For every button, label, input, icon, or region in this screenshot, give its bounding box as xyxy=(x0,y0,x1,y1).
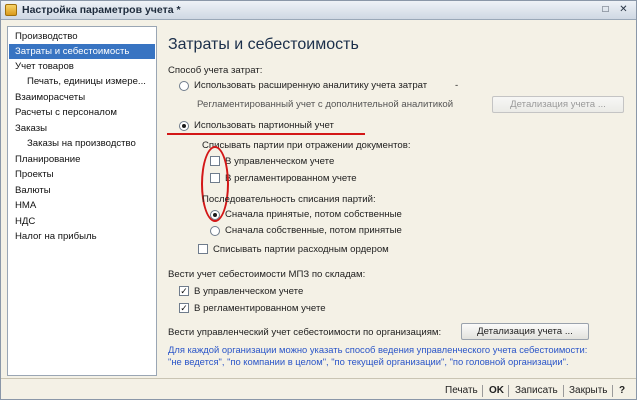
footer-separator xyxy=(612,385,613,397)
radio-extended-analytics[interactable] xyxy=(179,81,189,91)
checkbox-warehouse-regulated[interactable]: ✓ xyxy=(179,303,189,313)
expense-order-label[interactable]: Списывать партии расходным ордером xyxy=(213,244,389,255)
extended-analytics-label[interactable]: Использовать расширенную аналитику учета… xyxy=(194,80,427,91)
window-icon xyxy=(5,4,17,16)
print-button[interactable]: Печать xyxy=(445,385,478,396)
accepted-first-label[interactable]: Сначала принятые, потом собственные xyxy=(225,209,402,220)
sidebar-item-printing[interactable]: Печать, единицы измере... xyxy=(9,74,155,89)
footer-divider xyxy=(1,378,636,379)
sidebar-item-projects[interactable]: Проекты xyxy=(9,167,155,182)
sidebar-item-nma[interactable]: НМА xyxy=(9,198,155,213)
sidebar-item-settlements[interactable]: Взаиморасчеты xyxy=(9,90,155,105)
save-button[interactable]: Записать xyxy=(515,385,558,396)
extended-analytics-dash: - xyxy=(455,80,459,91)
own-first-label[interactable]: Сначала собственные, потом принятые xyxy=(225,225,402,236)
warehouse-label: Вести учет себестоимости МПЗ по складам: xyxy=(168,269,366,280)
org-hint-line2: "не ведется", "по компании в целом", "по… xyxy=(168,356,569,367)
sidebar-item-production-orders[interactable]: Заказы на производство xyxy=(9,136,155,151)
org-hint-line1: Для каждой организации можно указать спо… xyxy=(168,344,588,355)
warehouse-management-label[interactable]: В управленческом учете xyxy=(194,286,303,297)
org-details-button[interactable]: Детализация учета ... xyxy=(461,323,589,340)
org-label: Вести управленческий учет себестоимости … xyxy=(168,327,442,338)
settings-panel: Затраты и себестоимость Способ учета зат… xyxy=(163,26,629,371)
sidebar-item-costs[interactable]: Затраты и себестоимость xyxy=(9,44,155,59)
footer-separator xyxy=(508,385,509,397)
checkbox-warehouse-management[interactable]: ✓ xyxy=(179,286,189,296)
writeoff-management-label[interactable]: В управленческом учете xyxy=(225,156,334,167)
regulated-analytics-note: Регламентированный учет с дополнительной… xyxy=(197,99,454,110)
sidebar: Производство Затраты и себестоимость Уче… xyxy=(7,26,157,376)
writeoff-regulated-label[interactable]: В регламентированном учете xyxy=(225,173,357,184)
radio-accepted-first[interactable] xyxy=(210,210,220,220)
sidebar-item-currencies[interactable]: Валюты xyxy=(9,183,155,198)
sidebar-item-personnel[interactable]: Расчеты с персоналом xyxy=(9,105,155,120)
details-button-disabled: Детализация учета ... xyxy=(492,96,624,113)
checkbox-expense-order[interactable] xyxy=(198,244,208,254)
annotation-underline xyxy=(167,133,365,135)
page-title: Затраты и себестоимость xyxy=(168,36,359,53)
sidebar-item-goods[interactable]: Учет товаров xyxy=(9,59,155,74)
sidebar-item-planning[interactable]: Планирование xyxy=(9,152,155,167)
radio-own-first[interactable] xyxy=(210,226,220,236)
sidebar-item-orders[interactable]: Заказы xyxy=(9,121,155,136)
sidebar-item-profit-tax[interactable]: Налог на прибыль xyxy=(9,229,155,244)
writeoff-label: Списывать партии при отражении документо… xyxy=(202,140,411,151)
ok-button[interactable]: OK xyxy=(489,385,504,396)
cost-method-label: Способ учета затрат: xyxy=(168,65,263,76)
sidebar-item-vat[interactable]: НДС xyxy=(9,214,155,229)
close-button[interactable]: Закрыть xyxy=(569,385,608,396)
radio-batch-accounting[interactable] xyxy=(179,121,189,131)
warehouse-regulated-label[interactable]: В регламентированном учете xyxy=(194,303,326,314)
batch-accounting-label[interactable]: Использовать партионный учет xyxy=(194,120,334,131)
footer-separator xyxy=(482,385,483,397)
settings-window: Настройка параметров учета * □ ✕ Произво… xyxy=(0,0,637,400)
close-icon[interactable]: ✕ xyxy=(616,3,631,17)
footer-separator xyxy=(563,385,564,397)
maximize-icon[interactable]: □ xyxy=(598,3,613,17)
sequence-label: Последовательность списания партий: xyxy=(202,194,376,205)
title-bar[interactable]: Настройка параметров учета * □ ✕ xyxy=(1,1,636,20)
window-title: Настройка параметров учета * xyxy=(22,4,181,16)
help-icon[interactable]: ? xyxy=(619,385,625,396)
sidebar-item-production[interactable]: Производство xyxy=(9,29,155,44)
